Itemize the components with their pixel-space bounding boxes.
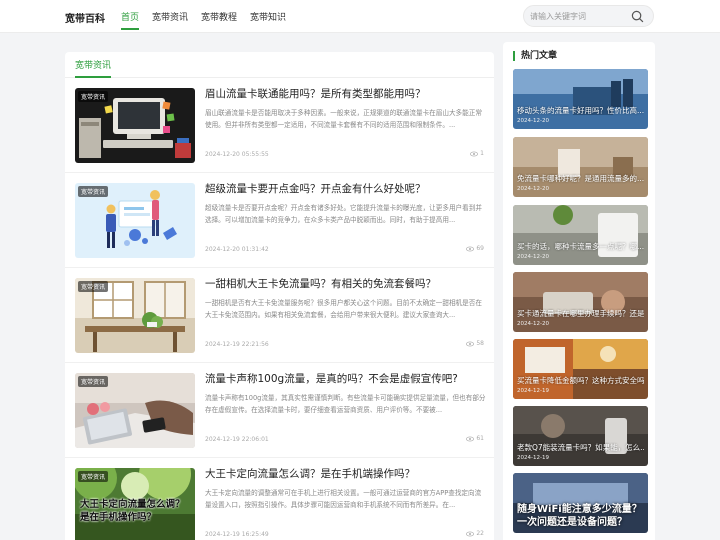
article-excerpt: 超级流量卡是否要开点金呢？开点金有诸多好处。它能提升流量卡的曝光度，让更多用户看… bbox=[205, 204, 482, 224]
article-thumbnail[interactable]: 宽带资讯 bbox=[75, 183, 195, 258]
article-title[interactable]: 流量卡声称100g流量，是真的吗？不会是虚假宣传吧? bbox=[205, 371, 487, 386]
hot-article-title[interactable]: 老款Q7能装流量卡吗？如果能，怎么... bbox=[517, 442, 644, 453]
article-item[interactable]: 宽带资讯 眉山流量卡联通能用吗？是所有类型都能用吗？ 眉山联通流量卡是否能用取决… bbox=[65, 78, 494, 173]
hot-articles-sidebar: 热门文章 移动头条的流量卡好用吗？性价比高... 2024-12-20 免流量卡… bbox=[503, 42, 655, 540]
article-item[interactable]: 宽带资讯 流量卡声称100g流量，是真的吗？不会是虚假宣传吧? 流量卡声称有10… bbox=[65, 363, 494, 458]
eye-icon bbox=[466, 341, 475, 346]
article-excerpt: 一甜相机是否有大王卡免流量服务呢？很多用户都关心这个问题。目前不太确定一甜相机是… bbox=[205, 299, 482, 319]
hot-article-caption[interactable]: 随身WiFi能注意多少流量？一次问题还是设备问题？ bbox=[517, 503, 644, 529]
article-list-panel: 宽带资讯 宽带资讯 眉山流量卡联通能用吗？是所有类型都能用吗？ 眉山联通流量卡是… bbox=[65, 52, 494, 540]
article-title[interactable]: 超级流量卡要开点金吗？开点金有什么好处呢？ bbox=[205, 181, 487, 196]
eye-icon bbox=[466, 246, 475, 251]
views-count: 61 bbox=[476, 435, 484, 442]
article-thumbnail[interactable]: 宽带资讯 大王卡定向流量怎么调？是在手机操作吗？ bbox=[75, 468, 195, 540]
hot-article-date: 2024-12-20 bbox=[517, 186, 549, 192]
hot-article-date: 2024-12-19 bbox=[517, 388, 549, 394]
article-item[interactable]: 宽带资讯 超级流量卡要开点金吗？开点金有什么好处呢？ 超级流量卡是否要开点金呢？… bbox=[65, 173, 494, 268]
article-thumbnail[interactable]: 宽带资讯 bbox=[75, 373, 195, 448]
category-badge: 宽带资讯 bbox=[78, 281, 109, 292]
hot-article-card[interactable]: 买卡通流量卡在哪里办理手续吗？还是... 2024-12-20 bbox=[513, 272, 648, 332]
article-title[interactable]: 眉山流量卡联通能用吗？是所有类型都能用吗？ bbox=[205, 86, 487, 101]
article-views: 58 bbox=[466, 340, 484, 347]
hot-article-date: 2024-12-20 bbox=[517, 118, 549, 124]
nav-broadband-news[interactable]: 宽带资讯 bbox=[152, 10, 188, 30]
views-count: 22 bbox=[476, 530, 484, 537]
hot-article-title[interactable]: 买流量卡降低金额吗？这种方式安全吗？ bbox=[517, 375, 644, 386]
views-count: 1 bbox=[480, 150, 484, 157]
views-count: 69 bbox=[476, 245, 484, 252]
article-views: 69 bbox=[466, 245, 484, 252]
category-badge: 宽带资讯 bbox=[78, 471, 109, 482]
tab-bar: 宽带资讯 bbox=[65, 52, 494, 78]
main-nav: 首页 宽带资讯 宽带教程 宽带知识 bbox=[121, 10, 299, 30]
nav-broadband-tutorials[interactable]: 宽带教程 bbox=[201, 10, 237, 30]
views-count: 58 bbox=[476, 340, 484, 347]
eye-icon bbox=[466, 436, 475, 441]
hot-article-card[interactable]: 买卡的话，哪种卡流量多一点呢？哪... 2024-12-20 bbox=[513, 205, 648, 265]
site-header: 宽带百科 首页 宽带资讯 宽带教程 宽带知识 bbox=[0, 0, 720, 33]
article-excerpt: 流量卡声称有100g流量，其真实性需谨慎判断。有些流量卡可能确实提供足量流量，但… bbox=[205, 394, 486, 414]
hot-article-card[interactable]: 免流量卡哪种好呢？是通用流量多的... 2024-12-20 bbox=[513, 137, 648, 197]
hot-article-title[interactable]: 买卡的话，哪种卡流量多一点呢？哪... bbox=[517, 241, 644, 252]
article-title[interactable]: 大王卡定向流量怎么调？是在手机端操作吗？ bbox=[205, 466, 487, 481]
hot-article-title[interactable]: 免流量卡哪种好呢？是通用流量多的... bbox=[517, 173, 644, 184]
article-date: 2024-12-19 22:06:01 bbox=[205, 436, 269, 443]
hot-article-card[interactable]: 买流量卡降低金额吗？这种方式安全吗？ 2024-12-19 bbox=[513, 339, 648, 399]
article-views: 1 bbox=[470, 150, 484, 157]
article-date: 2024-12-20 05:55:55 bbox=[205, 151, 269, 158]
tab-broadband-news[interactable]: 宽带资讯 bbox=[75, 58, 112, 78]
search-input[interactable] bbox=[530, 9, 626, 24]
hot-article-date: 2024-12-20 bbox=[517, 254, 549, 260]
category-badge: 宽带资讯 bbox=[78, 91, 109, 102]
category-badge: 宽带资讯 bbox=[78, 376, 109, 387]
hot-article-card[interactable]: 随身WiFi能注意多少流量？一次问题还是设备问题？ bbox=[513, 473, 648, 533]
eye-icon bbox=[470, 151, 479, 156]
article-item[interactable]: 宽带资讯 大王卡定向流量怎么调？是在手机操作吗？ 大王卡定向流量怎么调？是在手机… bbox=[65, 458, 494, 540]
hot-article-title[interactable]: 移动头条的流量卡好用吗？性价比高... bbox=[517, 105, 644, 116]
nav-home[interactable]: 首页 bbox=[121, 10, 140, 30]
hot-article-title[interactable]: 买卡通流量卡在哪里办理手续吗？还是... bbox=[517, 308, 644, 319]
article-date: 2024-12-20 01:31:42 bbox=[205, 246, 269, 253]
hot-article-card[interactable]: 移动头条的流量卡好用吗？性价比高... 2024-12-20 bbox=[513, 69, 648, 129]
site-brand[interactable]: 宽带百科 bbox=[65, 10, 105, 25]
article-excerpt: 大王卡定向流量的调整通常可在手机上进行相关设置。一般可通过运营商的官方APP查找… bbox=[205, 489, 482, 509]
article-views: 22 bbox=[466, 530, 484, 537]
article-title[interactable]: 一甜相机大王卡免流量吗？有相关的免流套餐吗？ bbox=[205, 276, 487, 291]
eye-icon bbox=[466, 531, 475, 536]
nav-broadband-knowledge[interactable]: 宽带知识 bbox=[250, 10, 286, 30]
thumbnail-caption: 大王卡定向流量怎么调？是在手机操作吗？ bbox=[80, 499, 185, 523]
search-icon[interactable] bbox=[631, 10, 644, 23]
article-views: 61 bbox=[466, 435, 484, 442]
article-date: 2024-12-19 16:25:49 bbox=[205, 531, 269, 538]
sidebar-title: 热门文章 bbox=[513, 51, 557, 61]
article-date: 2024-12-19 22:21:56 bbox=[205, 341, 269, 348]
article-item[interactable]: 宽带资讯 一甜相机大王卡免流量吗？有相关的免流套餐吗？ 一甜相机是否有大王卡免流… bbox=[65, 268, 494, 363]
category-badge: 宽带资讯 bbox=[78, 186, 109, 197]
article-thumbnail[interactable]: 宽带资讯 bbox=[75, 88, 195, 163]
hot-article-card[interactable]: 老款Q7能装流量卡吗？如果能，怎么... 2024-12-19 bbox=[513, 406, 648, 466]
article-excerpt: 眉山联通流量卡是否能用取决于多种因素。一般来说，正规渠道的联通流量卡在眉山大多能… bbox=[205, 109, 482, 129]
article-thumbnail[interactable]: 宽带资讯 bbox=[75, 278, 195, 353]
search-box bbox=[523, 5, 654, 27]
hot-article-date: 2024-12-19 bbox=[517, 455, 549, 461]
hot-article-date: 2024-12-20 bbox=[517, 321, 549, 327]
